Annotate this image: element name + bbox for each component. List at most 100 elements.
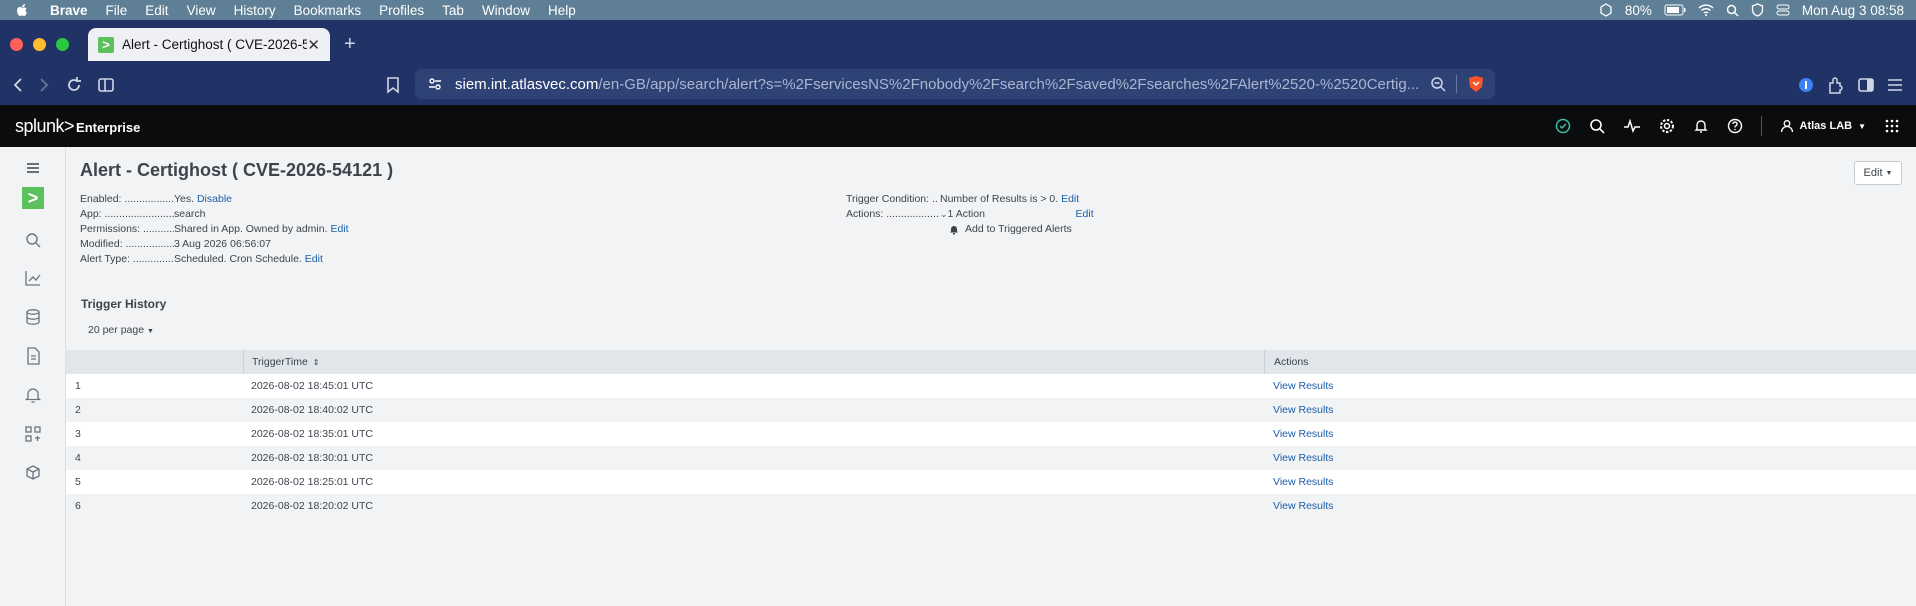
trigger-history-table: TriggerTime ⇕ Actions 1 2026-08-02 18:45:… <box>66 350 1916 518</box>
splunk-logo[interactable]: splunk> Enterprise <box>15 116 140 137</box>
actions-expand-chevron-icon[interactable]: ⌄ <box>940 207 948 222</box>
edit-dropdown-button[interactable]: Edit ▼ <box>1854 161 1902 185</box>
back-icon[interactable] <box>8 75 28 95</box>
minimize-window-button[interactable] <box>33 38 46 51</box>
window-controls <box>10 38 69 51</box>
zoom-search-icon[interactable] <box>1430 76 1446 92</box>
forward-icon[interactable] <box>34 75 54 95</box>
header-index <box>66 350 243 374</box>
disable-link[interactable]: Disable <box>197 192 232 207</box>
menu-bookmarks[interactable]: Bookmarks <box>294 3 362 18</box>
menu-history[interactable]: History <box>234 3 276 18</box>
activity-icon[interactable] <box>1623 118 1641 134</box>
browser-menu-icon[interactable] <box>1885 75 1905 95</box>
detail-value: Scheduled. Cron Schedule. <box>174 253 302 265</box>
menu-file[interactable]: File <box>106 3 128 18</box>
site-settings-icon[interactable] <box>427 76 443 92</box>
apple-logo-icon[interactable] <box>14 2 30 18</box>
hamburger-menu-icon[interactable] <box>26 161 40 175</box>
alert-details-left: Enabled: .................. Yes. Disable… <box>80 192 349 267</box>
search-app-icon[interactable]: > <box>22 187 44 209</box>
url-path: /en-GB/app/search/alert?s=%2FservicesNS%… <box>598 75 1420 93</box>
vpn-shield-icon[interactable] <box>1751 3 1764 17</box>
splunk-header: splunk> Enterprise Atlas LAB ▼ <box>0 105 1916 147</box>
zoom-window-button[interactable] <box>56 38 69 51</box>
sidebar-dashboards-icon[interactable] <box>24 425 42 443</box>
view-results-link[interactable]: View Results <box>1273 476 1334 488</box>
sidebar-toggle-icon[interactable] <box>96 75 116 95</box>
search-icon[interactable] <box>1589 118 1605 134</box>
menu-app-name[interactable]: Brave <box>50 3 88 18</box>
alert-details-right: Trigger Condition: .. Number of Results … <box>846 192 1206 237</box>
health-status-icon[interactable] <box>1555 118 1571 134</box>
menubar-clock[interactable]: Mon Aug 3 08:58 <box>1802 3 1904 18</box>
sidebar-apps-cube-icon[interactable] <box>24 464 42 482</box>
view-results-link[interactable]: View Results <box>1273 428 1334 440</box>
help-icon[interactable] <box>1727 118 1743 134</box>
table-row: 6 2026-08-02 18:20:02 UTC View Results <box>66 494 1916 518</box>
detail-value: search <box>174 208 206 220</box>
sidebar-search-icon[interactable] <box>24 231 42 249</box>
view-results-link[interactable]: View Results <box>1273 500 1334 512</box>
sidebar-alerts-icon[interactable] <box>24 386 42 404</box>
notifications-bell-icon[interactable] <box>1693 118 1709 134</box>
menu-window[interactable]: Window <box>482 3 530 18</box>
control-center-icon[interactable] <box>1776 4 1790 16</box>
header-trigger-time[interactable]: TriggerTime ⇕ <box>243 350 1264 374</box>
close-tab-icon[interactable]: ✕ <box>307 36 320 54</box>
user-menu[interactable]: Atlas LAB ▼ <box>1780 119 1866 133</box>
menu-edit[interactable]: Edit <box>145 3 168 18</box>
edit-actions-link[interactable]: Edit <box>1076 207 1094 222</box>
view-results-link[interactable]: View Results <box>1273 452 1334 464</box>
detail-value: Number of Results is > 0. <box>940 193 1059 205</box>
splunk-header-icons: Atlas LAB ▼ <box>1555 105 1900 147</box>
user-name: Atlas LAB <box>1799 120 1853 132</box>
bookmark-icon[interactable] <box>383 75 403 95</box>
detail-label: Modified: ................. <box>80 238 174 250</box>
row-index: 5 <box>75 476 81 488</box>
spotlight-search-icon[interactable] <box>1726 4 1739 17</box>
password-manager-icon[interactable] <box>1796 75 1816 95</box>
apps-grid-icon[interactable] <box>1884 118 1900 134</box>
wifi-icon[interactable] <box>1698 4 1714 16</box>
view-results-link[interactable]: View Results <box>1273 380 1334 392</box>
box-icon[interactable] <box>1599 3 1613 17</box>
brave-shields-icon[interactable] <box>1467 75 1485 93</box>
battery-icon[interactable] <box>1664 4 1686 16</box>
menu-view[interactable]: View <box>187 3 216 18</box>
detail-value[interactable]: 1 Action <box>948 207 1076 222</box>
side-panel-icon[interactable] <box>1856 75 1876 95</box>
detail-label: Trigger Condition: .. <box>846 193 938 205</box>
bell-icon <box>950 226 958 235</box>
page-title: Alert - Certighost ( CVE-2026-54121 ) <box>80 160 394 180</box>
new-tab-icon[interactable]: + <box>344 33 356 56</box>
active-browser-tab[interactable]: > Alert - Certighost ( CVE-2026-54121 ) … <box>88 28 330 61</box>
edit-alert-type-link[interactable]: Edit <box>305 252 323 267</box>
address-bar[interactable]: siem.int.atlasvec.com /en-GB/app/search/… <box>415 69 1495 99</box>
menu-tab[interactable]: Tab <box>442 3 464 18</box>
table-row: 3 2026-08-02 18:35:01 UTC View Results <box>66 422 1916 446</box>
detail-actions: Actions: ................... ⌄ 1 Action Ed… <box>846 207 1206 222</box>
url-divider <box>1456 75 1457 93</box>
row-index: 4 <box>75 452 81 464</box>
action-item: Add to Triggered Alerts <box>846 222 1206 237</box>
extensions-icon[interactable] <box>1826 75 1846 95</box>
sidebar-reports-icon[interactable] <box>24 347 42 365</box>
sort-icon[interactable]: ⇕ <box>313 358 320 367</box>
trigger-history-title: Trigger History <box>81 297 167 311</box>
reload-icon[interactable] <box>64 75 84 95</box>
view-results-link[interactable]: View Results <box>1273 404 1334 416</box>
menu-profiles[interactable]: Profiles <box>379 3 424 18</box>
edit-permissions-link[interactable]: Edit <box>330 222 348 237</box>
detail-value: 3 Aug 2026 06:56:07 <box>174 238 271 250</box>
sidebar-analytics-icon[interactable] <box>24 269 42 287</box>
settings-gear-icon[interactable] <box>1659 118 1675 134</box>
action-item-label: Add to Triggered Alerts <box>965 223 1072 235</box>
sidebar-datasets-icon[interactable] <box>24 308 42 326</box>
close-window-button[interactable] <box>10 38 23 51</box>
caret-down-icon: ▼ <box>1885 169 1893 177</box>
detail-label: Alert Type: .............. <box>80 253 174 265</box>
edit-trigger-link[interactable]: Edit <box>1061 192 1079 207</box>
per-page-dropdown[interactable]: 20 per page ▼ <box>88 324 154 336</box>
menu-help[interactable]: Help <box>548 3 576 18</box>
